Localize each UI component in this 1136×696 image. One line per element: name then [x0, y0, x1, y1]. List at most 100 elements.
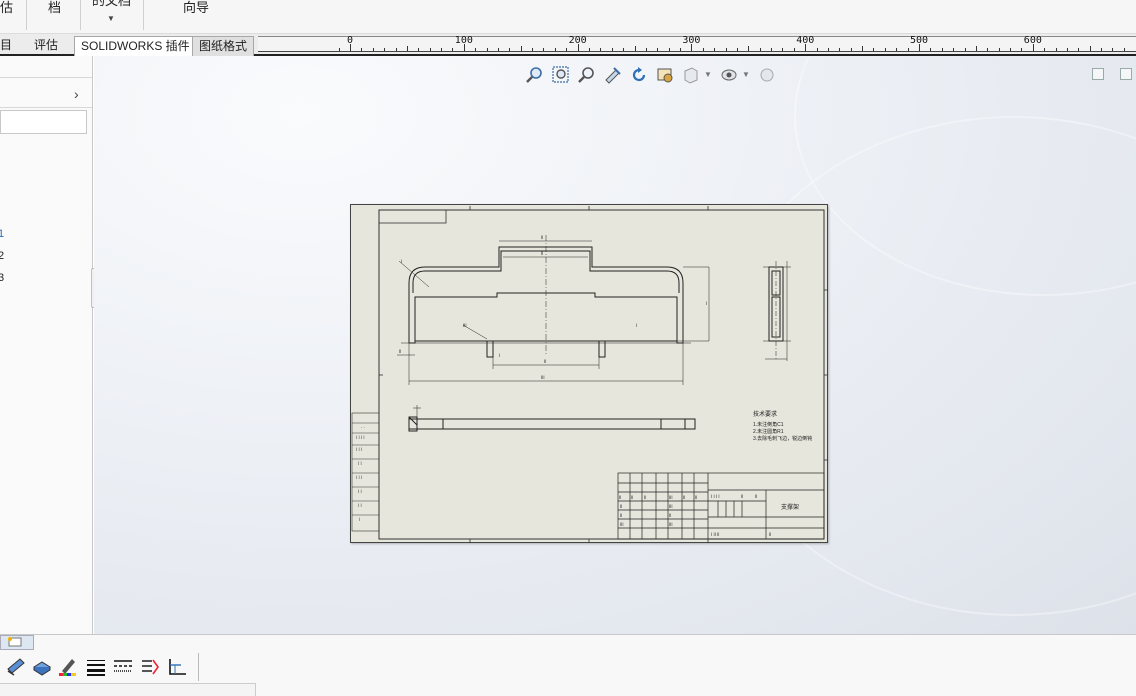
- model-items-icon[interactable]: [32, 657, 52, 677]
- filter-input[interactable]: [0, 110, 87, 134]
- ruler-tick: [714, 48, 716, 51]
- ruler-tick: [816, 48, 818, 51]
- svg-text:Ⅰ Ⅰ Ⅰ Ⅰ: Ⅰ Ⅰ Ⅰ Ⅰ: [356, 435, 365, 440]
- svg-text:ⅠⅠ: ⅠⅠ: [620, 504, 622, 509]
- horizontal-ruler[interactable]: 0 100 200 300 400 500 600: [258, 35, 1136, 52]
- chevron-right-icon[interactable]: ›: [74, 86, 79, 102]
- svg-text:ⅠⅠⅠ: ⅠⅠⅠ: [541, 375, 545, 380]
- ruler-label: 200: [568, 35, 587, 46]
- expand-panel-button[interactable]: [1120, 68, 1132, 80]
- svg-text:ⅠⅠ: ⅠⅠ: [399, 349, 401, 354]
- tab-solidworks-addins[interactable]: SOLIDWORKS 插件: [74, 36, 197, 56]
- ribbon-label-estimate[interactable]: 估: [0, 0, 13, 16]
- ribbon-label-document[interactable]: 档: [48, 0, 61, 16]
- ruler-tick: [1078, 48, 1080, 51]
- ribbon-separator: [80, 0, 81, 30]
- ruler-tick: [907, 48, 909, 51]
- svg-text:ⅠⅠ: ⅠⅠ: [695, 495, 697, 500]
- ruler-tick: [406, 46, 408, 51]
- chevron-down-icon[interactable]: ▼: [107, 14, 115, 23]
- ruler-label: 100: [454, 35, 473, 46]
- tab-sheet-format[interactable]: 图纸格式: [192, 36, 255, 56]
- ruler-tick: [554, 48, 556, 51]
- ruler-tick: [759, 48, 761, 51]
- display-style-icon[interactable]: [656, 66, 674, 84]
- tree-item-2[interactable]: 2: [0, 250, 4, 262]
- ruler-tick: [429, 48, 431, 51]
- ruler-tick: [361, 48, 363, 51]
- restore-panel-button[interactable]: [1092, 68, 1104, 80]
- ruler-tick: [418, 48, 420, 51]
- toolbar-tab[interactable]: [0, 635, 34, 650]
- svg-text:Ⅰ ⅠⅠ ⅠⅠ: Ⅰ ⅠⅠ ⅠⅠ: [711, 532, 719, 537]
- hide-show-icon[interactable]: [720, 66, 738, 84]
- tab-evaluate[interactable]: 评估: [28, 36, 64, 56]
- panel-header-row: [0, 56, 92, 78]
- pan-icon[interactable]: [604, 66, 622, 84]
- svg-text:ⅠⅠ: ⅠⅠ: [741, 494, 743, 499]
- tree-item-3[interactable]: 3: [0, 272, 4, 284]
- toolbar-separator: [198, 653, 199, 681]
- ruler-tick: [588, 48, 590, 51]
- layer-icon[interactable]: [140, 657, 160, 677]
- smart-dimension-icon[interactable]: [6, 657, 26, 677]
- tab-partial[interactable]: 目: [0, 36, 18, 56]
- ruler-tick: [1101, 48, 1103, 51]
- svg-text:Ⅰ: Ⅰ: [359, 517, 360, 522]
- ruler-tick: [623, 48, 625, 51]
- ruler-tick: [725, 48, 727, 51]
- ruler-tick: [964, 48, 966, 51]
- rotate-icon[interactable]: [630, 66, 648, 84]
- svg-text:ⅠⅠ: ⅠⅠ: [541, 251, 543, 256]
- svg-text:Ⅰ Ⅰ: Ⅰ Ⅰ: [358, 503, 362, 508]
- ruler-tick: [1021, 48, 1023, 51]
- tree-item-1[interactable]: 1: [0, 228, 4, 240]
- ribbon-label-wizard[interactable]: 向导: [183, 0, 209, 16]
- ruler-tick: [782, 48, 784, 51]
- zoom-to-fit-icon[interactable]: [526, 66, 544, 84]
- command-tabs: 目 评估 SOLIDWORKS 插件 图纸格式 0 100 200 300 400 500…: [0, 34, 1136, 56]
- baseline-dimension-icon[interactable]: [167, 657, 187, 677]
- feature-manager-panel: › 1 2 3: [0, 56, 93, 634]
- ruler-tick: [600, 48, 602, 51]
- svg-text:Ⅰ Ⅰ Ⅰ: Ⅰ Ⅰ Ⅰ: [356, 475, 362, 480]
- line-style-icon[interactable]: [113, 657, 133, 677]
- ruler-tick: [1010, 48, 1012, 51]
- graphics-area[interactable]: ▼ ▼ · · Ⅰ Ⅰ Ⅰ Ⅰ Ⅰ Ⅰ Ⅰ Ⅰ Ⅰ Ⅰ Ⅰ Ⅰ Ⅰ Ⅰ Ⅰ Ⅰ …: [94, 56, 1136, 634]
- tab-icon: [8, 637, 22, 647]
- ruler-label: 0: [347, 35, 354, 46]
- ruler-tick: [1066, 48, 1068, 51]
- ruler-label: 500: [910, 35, 929, 46]
- ruler-tick: [736, 48, 738, 51]
- ruler-tick: [338, 48, 340, 51]
- command-manager-ribbon: 估 档 的文档 ▼ 向导: [0, 0, 1136, 34]
- chevron-down-icon[interactable]: ▼: [742, 70, 750, 79]
- ruler-tick: [771, 48, 773, 51]
- ruler-tick: [862, 46, 864, 51]
- ruler-tick: [441, 48, 443, 51]
- svg-text:· ·: · ·: [361, 425, 365, 430]
- line-format-icon[interactable]: [58, 657, 78, 677]
- ruler-tick: [975, 46, 977, 51]
- view-orientation-icon[interactable]: [682, 66, 700, 84]
- line-thickness-icon[interactable]: [86, 657, 106, 677]
- svg-text:ⅠⅠ: ⅠⅠ: [769, 532, 771, 537]
- chevron-down-icon[interactable]: ▼: [704, 70, 712, 79]
- svg-text:Ⅰ Ⅰ: Ⅰ Ⅰ: [358, 489, 362, 494]
- ruler-tick: [941, 48, 943, 51]
- drawing-sheet[interactable]: · · Ⅰ Ⅰ Ⅰ ⅠⅠ Ⅰ Ⅰ Ⅰ ⅠⅠ Ⅰ ⅠⅠ Ⅰ Ⅰ ⅠⅠ ⅠⅠ ⅠⅠ …: [350, 204, 828, 543]
- zoom-in-out-icon[interactable]: [578, 66, 596, 84]
- tech-req-line: 1.未注倒角C1: [753, 422, 784, 428]
- ruler-label: 300: [682, 35, 701, 46]
- ribbon-label-docs[interactable]: 的文档: [92, 0, 131, 9]
- svg-text:ⅠⅠ: ⅠⅠ: [544, 359, 546, 364]
- zoom-to-area-icon[interactable]: [552, 66, 570, 84]
- ruler-tick: [839, 48, 841, 51]
- ruler-tick: [475, 48, 477, 51]
- appearance-icon[interactable]: [758, 66, 776, 84]
- ruler-tick: [668, 48, 670, 51]
- svg-text:Ⅰ: Ⅰ: [706, 301, 707, 306]
- ruler-tick: [873, 48, 875, 51]
- ruler-tick: [532, 48, 534, 51]
- tech-req-line: 2.未注圆角R1: [753, 429, 784, 435]
